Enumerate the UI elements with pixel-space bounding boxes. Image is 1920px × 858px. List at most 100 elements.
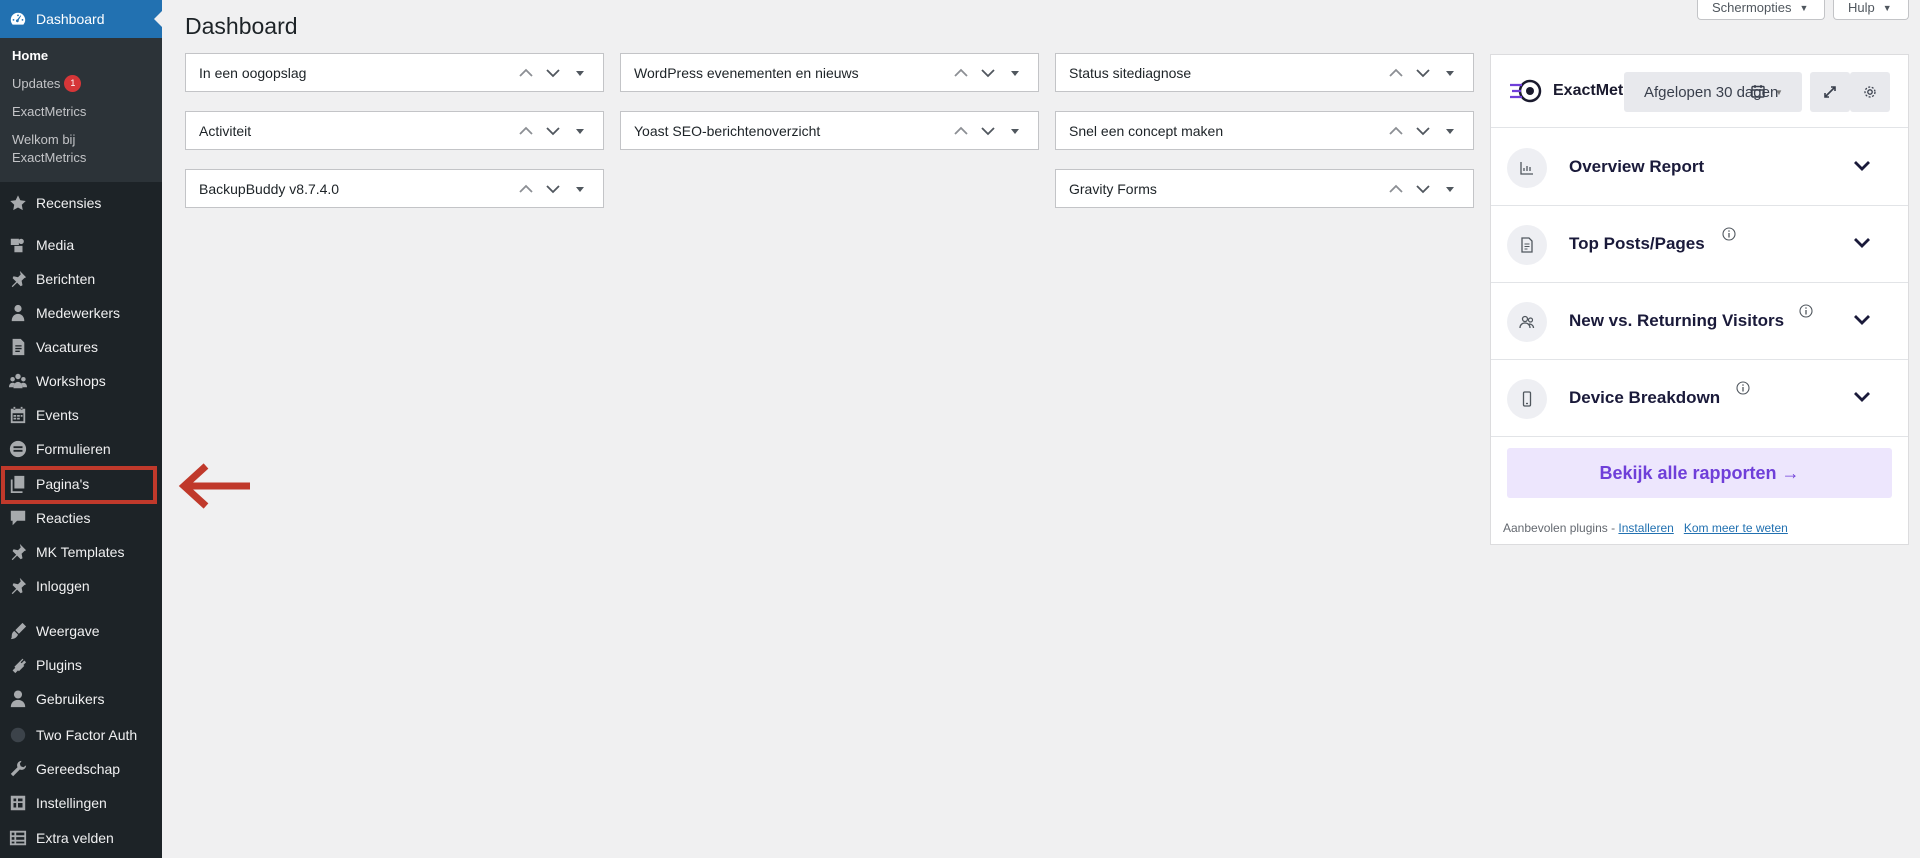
recommended-plugins-text: Aanbevolen plugins -: [1503, 521, 1619, 535]
dashboard-widget[interactable]: WordPress evenementen en nieuws: [620, 53, 1039, 92]
dashboard-widget[interactable]: BackupBuddy v8.7.4.0: [185, 169, 604, 208]
sidebar-item-inloggen[interactable]: Inloggen: [0, 569, 162, 603]
toggle-panel-button[interactable]: [566, 184, 593, 194]
info-icon[interactable]: [1799, 304, 1813, 318]
widget-title: BackupBuddy v8.7.4.0: [199, 180, 340, 197]
chevron-up-icon: [518, 68, 533, 77]
sidebar-item-weergave[interactable]: Weergave: [0, 614, 162, 648]
chevron-down-icon[interactable]: [1853, 237, 1871, 249]
sidebar-item-two-factor-auth[interactable]: Two Factor Auth: [0, 718, 162, 752]
move-up-button[interactable]: [1382, 68, 1409, 78]
toggle-panel-button[interactable]: [1001, 126, 1028, 136]
dashboard-widget[interactable]: Activiteit: [185, 111, 604, 150]
sidebar-item-label: Media: [36, 237, 75, 253]
submenu-welkom[interactable]: Welkom bij ExactMetrics: [0, 131, 110, 167]
expand-button[interactable]: [1810, 72, 1850, 112]
sidebar-item-pagina-s[interactable]: Pagina's: [0, 467, 162, 501]
info-icon[interactable]: [1736, 381, 1750, 395]
toggle-panel-button[interactable]: [566, 68, 593, 78]
sidebar-item-label: Inloggen: [36, 578, 90, 594]
sidebar-item-reacties[interactable]: Reacties: [0, 501, 162, 535]
info-icon[interactable]: [1722, 227, 1736, 241]
move-down-button[interactable]: [539, 184, 566, 194]
update-count-badge: 1: [64, 75, 82, 92]
move-down-button[interactable]: [1409, 184, 1436, 194]
move-up-button[interactable]: [1382, 126, 1409, 136]
chevron-down-icon[interactable]: [1853, 391, 1871, 403]
date-range-select[interactable]: Afgelopen 30 dagen ▼: [1624, 72, 1802, 112]
caret-down-icon: [1010, 128, 1019, 134]
chevron-up-icon: [953, 68, 968, 77]
move-up-button[interactable]: [512, 184, 539, 194]
sidebar-item-label: Weergave: [36, 623, 100, 639]
sidebar-item-label: Gebruikers: [36, 691, 105, 707]
dashboard-widget[interactable]: Yoast SEO-berichtenoverzicht: [620, 111, 1039, 150]
chevron-up-icon: [518, 126, 533, 135]
dashboard-icon: [0, 10, 36, 28]
move-down-button[interactable]: [539, 126, 566, 136]
dashboard-widget[interactable]: Snel een concept maken: [1055, 111, 1474, 150]
sidebar-item-gereedschap[interactable]: Gereedschap: [0, 752, 162, 786]
sidebar-item-instellingen[interactable]: Instellingen: [0, 786, 162, 820]
screen-options-button[interactable]: Schermopties ▼: [1697, 0, 1825, 20]
move-up-button[interactable]: [512, 68, 539, 78]
sidebar-item-events[interactable]: Events: [0, 398, 162, 432]
toggle-panel-button[interactable]: [1001, 68, 1028, 78]
move-down-button[interactable]: [1409, 126, 1436, 136]
help-button[interactable]: Hulp ▼: [1833, 0, 1909, 20]
move-down-button[interactable]: [1409, 68, 1436, 78]
mobile-icon: [1507, 379, 1547, 419]
move-down-button[interactable]: [974, 126, 1001, 136]
sidebar-item-label: Medewerkers: [36, 305, 121, 321]
sidebar-item-label: Recensies: [36, 195, 102, 211]
view-all-reports-button[interactable]: Bekijk alle rapporten →: [1507, 448, 1892, 498]
sidebar-item-label: Instellingen: [36, 795, 107, 811]
install-link[interactable]: Installeren: [1618, 521, 1673, 535]
sidebar-item-extra-velden[interactable]: Extra velden: [0, 821, 162, 855]
sidebar-item-dashboard[interactable]: Dashboard: [0, 0, 162, 38]
move-down-button[interactable]: [974, 68, 1001, 78]
dashboard-widget[interactable]: Gravity Forms: [1055, 169, 1474, 208]
submenu-exactmetrics-label: ExactMetrics: [12, 104, 87, 119]
move-up-button[interactable]: [947, 126, 974, 136]
sidebar-item-formulieren[interactable]: Formulieren: [0, 432, 162, 466]
report-row-top-posts-pages[interactable]: Top Posts/Pages: [1491, 206, 1908, 283]
sidebar-item-vacatures[interactable]: Vacatures: [0, 330, 162, 364]
move-up-button[interactable]: [512, 126, 539, 136]
submenu-updates[interactable]: Updates 1: [0, 75, 162, 93]
arrow-left-icon: [178, 463, 250, 509]
report-row-device-breakdown[interactable]: Device Breakdown: [1491, 360, 1908, 437]
move-down-button[interactable]: [539, 68, 566, 78]
sidebar-item-berichten[interactable]: Berichten: [0, 262, 162, 296]
sidebar-item-label: MK Templates: [36, 544, 125, 560]
toggle-panel-button[interactable]: [566, 126, 593, 136]
report-row-overview-report[interactable]: Overview Report: [1491, 129, 1908, 206]
submenu-exactmetrics[interactable]: ExactMetrics: [0, 103, 162, 121]
sidebar-item-recensies[interactable]: Recensies: [0, 186, 162, 220]
toggle-panel-button[interactable]: [1436, 184, 1463, 194]
chevron-up-icon: [953, 126, 968, 135]
sidebar-item-mk-templates[interactable]: MK Templates: [0, 535, 162, 569]
chevron-down-icon[interactable]: [1853, 314, 1871, 326]
toggle-panel-button[interactable]: [1436, 68, 1463, 78]
report-row-new-vs-returning-visitors[interactable]: New vs. Returning Visitors: [1491, 283, 1908, 360]
settings-button[interactable]: [1850, 72, 1890, 112]
learn-more-link[interactable]: Kom meer te weten: [1684, 521, 1788, 535]
caret-down-icon: [575, 128, 584, 134]
toggle-panel-button[interactable]: [1436, 126, 1463, 136]
sidebar-item-medewerkers[interactable]: Medewerkers: [0, 296, 162, 330]
sidebar-item-media[interactable]: Media: [0, 228, 162, 262]
caret-down-icon: ▼: [1775, 88, 1783, 97]
dashboard-widget[interactable]: In een oogopslag: [185, 53, 604, 92]
dashboard-widget[interactable]: Status sitediagnose: [1055, 53, 1474, 92]
chevron-down-icon[interactable]: [1853, 160, 1871, 172]
sidebar-item-workshops[interactable]: Workshops: [0, 364, 162, 398]
users-icon: [1507, 302, 1547, 342]
sidebar-item-gebruikers[interactable]: Gebruikers: [0, 682, 162, 716]
sidebar-item-plugins[interactable]: Plugins: [0, 648, 162, 682]
move-up-button[interactable]: [1382, 184, 1409, 194]
submenu-home[interactable]: Home: [0, 47, 162, 65]
move-up-button[interactable]: [947, 68, 974, 78]
expand-icon: [1824, 86, 1836, 98]
widget-title: Activiteit: [199, 122, 252, 139]
